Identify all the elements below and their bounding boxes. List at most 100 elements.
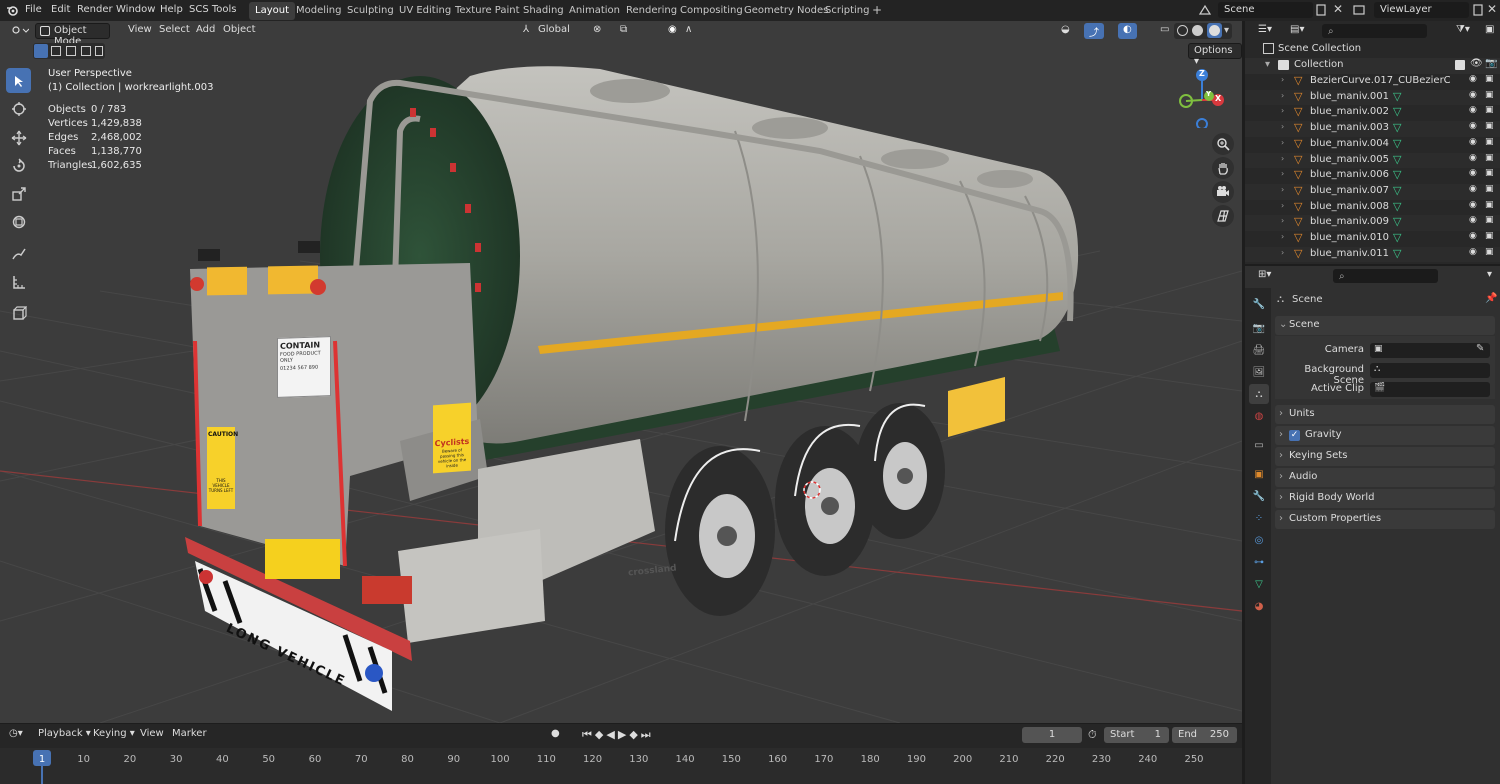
- render-camera-icon[interactable]: ▣: [1485, 168, 1494, 178]
- select-tool-button[interactable]: [6, 68, 31, 93]
- editor-type-button[interactable]: [6, 23, 32, 39]
- orientation-dropdown[interactable]: ⅄ Global: [520, 23, 575, 39]
- expand-arrow-icon[interactable]: ›: [1281, 154, 1284, 163]
- tab-shading[interactable]: Shading: [517, 2, 570, 20]
- auto-keying-icon[interactable]: ●: [546, 727, 565, 743]
- outliner-object-row[interactable]: › ▽ blue_maniv.010 ▽ ◉ ▣: [1245, 231, 1500, 247]
- menu-add[interactable]: Add: [191, 23, 220, 39]
- start-frame-field[interactable]: Start 1: [1104, 727, 1169, 743]
- scene-name-field[interactable]: Scene: [1218, 2, 1313, 18]
- annotate-tool-button[interactable]: [6, 241, 31, 266]
- gizmo-toggle-icon[interactable]: ⤴: [1084, 23, 1104, 39]
- view-layer-tab-icon[interactable]: 🖼: [1249, 362, 1269, 382]
- add-workspace-button[interactable]: +: [866, 2, 888, 20]
- pin-icon[interactable]: 📌: [1485, 293, 1497, 304]
- falloff-icon[interactable]: ∧: [680, 23, 697, 39]
- camera-view-button[interactable]: [1212, 181, 1234, 203]
- particles-tab-icon[interactable]: ⁘: [1249, 508, 1269, 528]
- modifiers-tab-icon[interactable]: 🔧: [1249, 486, 1269, 506]
- outliner-object-row[interactable]: › ▽ blue_maniv.008 ▽ ◉ ▣: [1245, 200, 1500, 216]
- menu-help[interactable]: Help: [160, 4, 183, 15]
- render-camera-icon[interactable]: ▣: [1485, 137, 1494, 147]
- select-invert-icon[interactable]: [81, 46, 91, 56]
- visibility-eye-icon[interactable]: ◉: [1469, 74, 1477, 84]
- visibility-eye-icon[interactable]: ◉: [1469, 215, 1477, 225]
- tab-layout[interactable]: Layout: [249, 2, 295, 20]
- collection-tab-icon[interactable]: ▭: [1249, 435, 1269, 455]
- timeline-menu-view[interactable]: View: [135, 727, 169, 743]
- active-clip-field[interactable]: 🎬: [1370, 382, 1490, 397]
- select-subtract-icon[interactable]: [66, 46, 76, 56]
- menu-select[interactable]: Select: [154, 23, 195, 39]
- measure-tool-button[interactable]: [6, 269, 31, 294]
- outliner-object-row[interactable]: › ▽ blue_maniv.006 ▽ ◉ ▣: [1245, 168, 1500, 184]
- cursor-tool-button[interactable]: [6, 96, 31, 121]
- mode-dropdown[interactable]: Object Mode: [35, 23, 110, 47]
- view-layer-field[interactable]: ViewLayer: [1374, 2, 1469, 18]
- play-reverse-icon[interactable]: ◀: [606, 728, 617, 741]
- scene-tab-icon[interactable]: ⛬: [1249, 384, 1269, 404]
- expand-arrow-icon[interactable]: ›: [1281, 248, 1284, 257]
- outliner-display-mode-icon[interactable]: ▤▾: [1285, 23, 1309, 39]
- expand-arrow-icon[interactable]: ›: [1281, 185, 1284, 194]
- expand-arrow-icon[interactable]: ›: [1281, 91, 1284, 100]
- render-camera-icon[interactable]: ▣: [1485, 121, 1494, 131]
- timeline-editor-type-icon[interactable]: ◷▾: [4, 727, 28, 743]
- visibility-eye-icon[interactable]: ◉: [1469, 200, 1477, 210]
- viewport-scene[interactable]: [0, 21, 1242, 723]
- tab-sculpting[interactable]: Sculpting: [341, 2, 400, 20]
- visibility-eye-icon[interactable]: ◉: [1469, 247, 1477, 257]
- outliner-editor-type-icon[interactable]: ☰▾: [1253, 23, 1277, 39]
- expand-arrow-icon[interactable]: ›: [1281, 106, 1284, 115]
- scale-tool-button[interactable]: [6, 181, 31, 206]
- outliner-scene-collection-row[interactable]: Scene Collection: [1245, 42, 1500, 58]
- outliner-object-row[interactable]: › ▽ blue_maniv.003 ▽ ◉ ▣: [1245, 121, 1500, 137]
- render-camera-icon[interactable]: ▣: [1485, 215, 1494, 225]
- gravity-panel-header[interactable]: › ✓ Gravity: [1275, 426, 1495, 445]
- timeline-menu-marker[interactable]: Marker: [167, 727, 212, 743]
- stopwatch-icon[interactable]: ⏱: [1088, 728, 1097, 742]
- options-dropdown[interactable]: Options ▾: [1188, 43, 1242, 67]
- render-camera-icon[interactable]: ▣: [1485, 231, 1494, 241]
- outliner-object-row[interactable]: › ▽ blue_maniv.001 ▽ ◉ ▣: [1245, 89, 1500, 106]
- visibility-eye-icon[interactable]: ◉: [1469, 121, 1477, 131]
- visibility-eye-icon[interactable]: ◉: [1469, 231, 1477, 241]
- new-scene-icon[interactable]: [1315, 3, 1327, 17]
- next-keyframe-icon[interactable]: ◆: [629, 728, 640, 741]
- 3d-viewport[interactable]: CONTAIN FOOD PRODUCT ONLY 01234 567 890 …: [0, 21, 1242, 723]
- tab-animation[interactable]: Animation: [563, 2, 626, 20]
- collection-visibility-icon[interactable]: 👁: [1470, 58, 1483, 69]
- properties-search-input[interactable]: ⌕: [1333, 269, 1438, 283]
- background-scene-field[interactable]: ⛬: [1370, 363, 1490, 378]
- expand-arrow-icon[interactable]: ›: [1281, 138, 1284, 147]
- visibility-eye-icon[interactable]: ◉: [1469, 184, 1477, 194]
- visibility-eye-icon[interactable]: ◉: [1469, 105, 1477, 115]
- jump-start-icon[interactable]: ⏮: [582, 728, 595, 741]
- custom-properties-panel-header[interactable]: › Custom Properties: [1275, 510, 1495, 529]
- tab-modeling[interactable]: Modeling: [290, 2, 348, 20]
- wireframe-shading-icon[interactable]: [1177, 25, 1188, 36]
- world-tab-icon[interactable]: ◍: [1249, 406, 1269, 426]
- shading-dropdown-icon[interactable]: ▾: [1224, 25, 1229, 36]
- outliner-object-row[interactable]: › ▽ BezierCurve.017_CUBezierCurve.01 ◉ ▣: [1245, 74, 1500, 90]
- outliner-object-row[interactable]: › ▽ blue_maniv.005 ▽ ◉ ▣: [1245, 152, 1500, 169]
- data-tab-icon[interactable]: ▽: [1249, 574, 1269, 594]
- material-tab-icon[interactable]: ◕: [1249, 596, 1269, 616]
- eyedropper-icon[interactable]: ✎: [1476, 343, 1484, 354]
- render-camera-icon[interactable]: ▣: [1485, 74, 1494, 84]
- pivot-icon[interactable]: ⊗: [588, 23, 606, 39]
- add-cube-tool-button[interactable]: [6, 300, 31, 325]
- visibility-eye-icon[interactable]: ◉: [1469, 153, 1477, 163]
- expand-arrow-icon[interactable]: ›: [1281, 232, 1284, 241]
- tab-texture-paint[interactable]: Texture Paint: [449, 2, 526, 20]
- outliner-object-row[interactable]: › ▽ blue_maniv.007 ▽ ◉ ▣: [1245, 183, 1500, 200]
- proportional-edit-icon[interactable]: ◉: [663, 23, 682, 39]
- render-camera-icon[interactable]: ▣: [1485, 247, 1494, 257]
- audio-panel-header[interactable]: › Audio: [1275, 468, 1495, 487]
- overlay-toggle-icon[interactable]: ◐: [1118, 23, 1137, 39]
- menu-window[interactable]: Window: [116, 4, 155, 15]
- delete-scene-icon[interactable]: ✕: [1333, 2, 1343, 16]
- outliner-search-input[interactable]: ⌕: [1322, 24, 1427, 38]
- timeline-menu-playback[interactable]: Playback ▾: [33, 727, 96, 743]
- scene-panel-header[interactable]: ⌄ Scene: [1275, 316, 1495, 335]
